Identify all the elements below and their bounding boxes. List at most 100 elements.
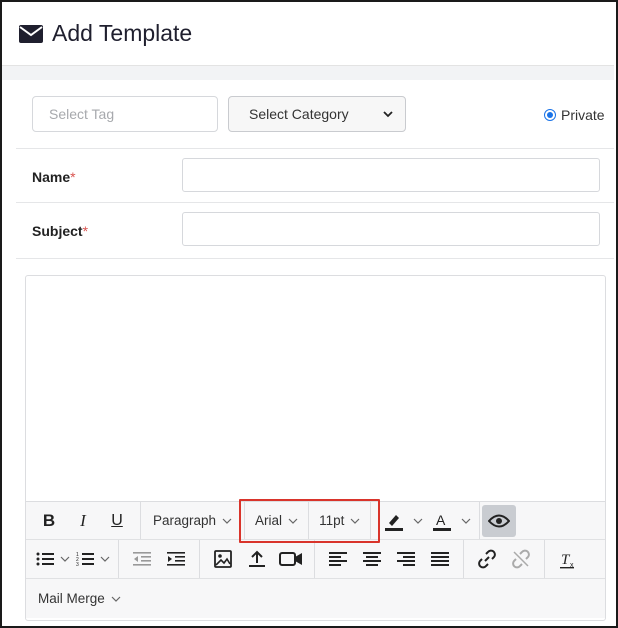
- envelope-icon: [19, 24, 43, 43]
- clear-formatting-icon: Tx: [560, 552, 574, 569]
- highlight-color-split: [377, 507, 425, 535]
- page-title: Add Template: [52, 20, 193, 46]
- toolbar-row-1: B I U Paragraph Arial 11pt A: [26, 502, 605, 540]
- video-camera-icon: [279, 552, 302, 566]
- clear-formatting-button[interactable]: Tx: [551, 545, 585, 573]
- font-family-group: Arial: [245, 502, 310, 539]
- font-family-value: Arial: [255, 513, 283, 528]
- chevron-down-icon: [222, 518, 232, 524]
- chevron-down-icon: [383, 111, 393, 118]
- block-format-dropdown[interactable]: Paragraph: [147, 507, 238, 535]
- bold-button[interactable]: B: [32, 507, 66, 535]
- numbered-list-menu[interactable]: [98, 545, 112, 573]
- chevron-down-icon: [288, 518, 298, 524]
- indent-group: [119, 540, 200, 578]
- link-group: [464, 540, 545, 578]
- svg-text:3: 3: [76, 562, 79, 567]
- block-format-value: Paragraph: [153, 513, 217, 528]
- align-left-button[interactable]: [321, 545, 355, 573]
- unlink-icon: [512, 549, 530, 569]
- toolbar-row-3: Mail Merge: [26, 579, 605, 618]
- upload-button[interactable]: [240, 545, 274, 573]
- italic-icon: I: [80, 510, 86, 530]
- svg-text:A: A: [436, 512, 446, 528]
- highlighter-icon: [385, 514, 404, 531]
- toolbar-row-2: 123 T x: [26, 540, 605, 579]
- page-header: Add Template: [2, 2, 614, 66]
- header-spacer: [2, 66, 614, 80]
- highlight-color-menu[interactable]: [411, 507, 425, 535]
- divider: [16, 148, 614, 149]
- align-right-icon: [397, 552, 415, 566]
- underline-button[interactable]: U: [100, 507, 134, 535]
- mail-merge-dropdown[interactable]: Mail Merge: [32, 585, 127, 613]
- underline-icon: U: [111, 511, 123, 529]
- block-format-group: Paragraph: [141, 502, 246, 539]
- name-label: Name*: [32, 169, 76, 185]
- name-input[interactable]: [182, 158, 600, 192]
- editor-content-area[interactable]: [26, 276, 605, 501]
- justify-button[interactable]: [423, 545, 457, 573]
- divider: [16, 202, 614, 203]
- private-radio[interactable]: [544, 109, 556, 121]
- chevron-down-icon: [60, 556, 70, 562]
- outdent-icon: [133, 552, 151, 566]
- bullet-list-button[interactable]: [32, 545, 58, 573]
- bold-icon: B: [42, 510, 56, 530]
- select-tag-input[interactable]: [33, 97, 230, 131]
- link-icon: [478, 549, 496, 569]
- chevron-down-icon: [100, 556, 110, 562]
- numbered-list-split: 123: [72, 545, 112, 573]
- indent-icon: [167, 552, 185, 566]
- clear-format-group: Tx: [545, 540, 591, 578]
- list-group: 123: [26, 540, 119, 578]
- align-center-button[interactable]: [355, 545, 389, 573]
- chevron-down-icon: [461, 518, 471, 524]
- insert-image-button[interactable]: [206, 545, 240, 573]
- align-right-button[interactable]: [389, 545, 423, 573]
- indent-button[interactable]: [159, 545, 193, 573]
- rich-text-editor: B I U Paragraph Arial 11pt A 1 2 3 T x M…: [25, 275, 606, 621]
- font-family-dropdown[interactable]: Arial: [249, 507, 304, 535]
- bullet-list-icon: [36, 552, 54, 566]
- select-category-value: Select Category: [249, 106, 349, 122]
- insert-video-button[interactable]: [274, 545, 308, 573]
- eye-icon: [488, 514, 511, 527]
- font-size-group: 11pt: [309, 502, 372, 539]
- outdent-button[interactable]: [125, 545, 159, 573]
- font-size-dropdown[interactable]: 11pt: [313, 507, 366, 535]
- preview-button[interactable]: [482, 504, 517, 537]
- chevron-down-icon: [413, 518, 423, 524]
- text-color-icon: A: [433, 512, 452, 531]
- italic-button[interactable]: I: [66, 507, 100, 535]
- media-group: [200, 540, 315, 578]
- numbered-list-icon: 123: [76, 552, 94, 567]
- editor-toolbar: B I U Paragraph Arial 11pt A 1 2 3 T x M…: [26, 501, 605, 618]
- align-left-icon: [329, 552, 347, 566]
- mail-merge-group: Mail Merge: [26, 579, 133, 618]
- align-justify-icon: [431, 552, 449, 566]
- alignment-group: [315, 540, 464, 578]
- remove-link-button[interactable]: [504, 545, 538, 573]
- font-size-value: 11pt: [319, 513, 345, 528]
- highlight-button[interactable]: [377, 507, 411, 535]
- text-color-button[interactable]: A: [425, 507, 459, 535]
- divider: [16, 258, 614, 259]
- insert-link-button[interactable]: [470, 545, 504, 573]
- text-color-split: A: [425, 507, 473, 535]
- align-center-icon: [363, 552, 381, 566]
- text-style-group: B I U: [26, 502, 141, 539]
- select-category-dropdown[interactable]: Select Category: [228, 96, 406, 132]
- bullet-list-menu[interactable]: [58, 545, 72, 573]
- bullet-list-split: [32, 545, 72, 573]
- template-form: Select Category Private Name* Subject* B…: [16, 80, 614, 625]
- text-color-menu[interactable]: [459, 507, 473, 535]
- chevron-down-icon: [111, 596, 121, 602]
- image-icon: [214, 550, 232, 568]
- subject-input[interactable]: [182, 212, 600, 246]
- private-option[interactable]: Private: [544, 107, 605, 123]
- color-group: A: [371, 502, 481, 539]
- chevron-down-icon: [350, 518, 360, 524]
- numbered-list-button[interactable]: 123: [72, 545, 98, 573]
- select-tag-combo: [32, 96, 239, 132]
